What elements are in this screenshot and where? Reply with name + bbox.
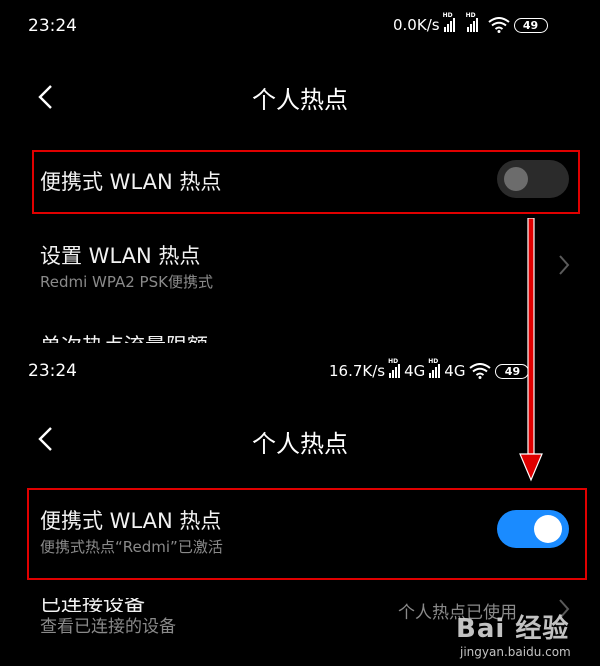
- connected-devices-sub: 查看已连接的设备: [40, 617, 176, 637]
- status-indicators: 16.7K/s HD 4G HD 4G 49: [329, 358, 530, 380]
- setup-hotspot-item[interactable]: 设置 WLAN 热点: [40, 240, 200, 270]
- baidu-watermark: Bai 经验 jingyan.baidu.com: [456, 608, 596, 664]
- setup-hotspot-sub: Redmi WPA2 PSK便携式: [40, 273, 213, 291]
- network-type: 4G: [444, 362, 466, 380]
- network-type: 4G: [404, 362, 426, 380]
- highlight-box: [27, 488, 587, 580]
- watermark-url: jingyan.baidu.com: [460, 645, 571, 659]
- signal-icon: HD: [388, 358, 401, 378]
- signal-icon: HD: [466, 12, 478, 32]
- chevron-right-icon: [559, 255, 570, 275]
- red-arrow-annotation: [519, 218, 543, 482]
- highlight-box: [32, 150, 580, 214]
- wifi-icon: [487, 17, 510, 33]
- status-time: 23:24: [28, 361, 77, 381]
- data-limit-item-clipped: 单次热点流量限额: [40, 326, 340, 343]
- signal-icon: HD: [443, 12, 455, 32]
- network-speed: 0.0K/s: [393, 16, 440, 34]
- signal-icon: HD: [428, 358, 441, 378]
- watermark-brand: Bai 经验: [456, 614, 570, 644]
- battery-icon: 49: [513, 17, 548, 33]
- page-title: 个人热点: [252, 86, 348, 114]
- status-time: 23:24: [28, 16, 77, 36]
- page-title: 个人热点: [252, 430, 348, 458]
- network-speed: 16.7K/s: [329, 362, 386, 380]
- connected-devices-label-clipped: 已连接设备: [40, 598, 145, 612]
- hotspot-wifi-icon: [469, 363, 492, 379]
- status-indicators: 0.0K/s HD HD 49: [393, 12, 548, 34]
